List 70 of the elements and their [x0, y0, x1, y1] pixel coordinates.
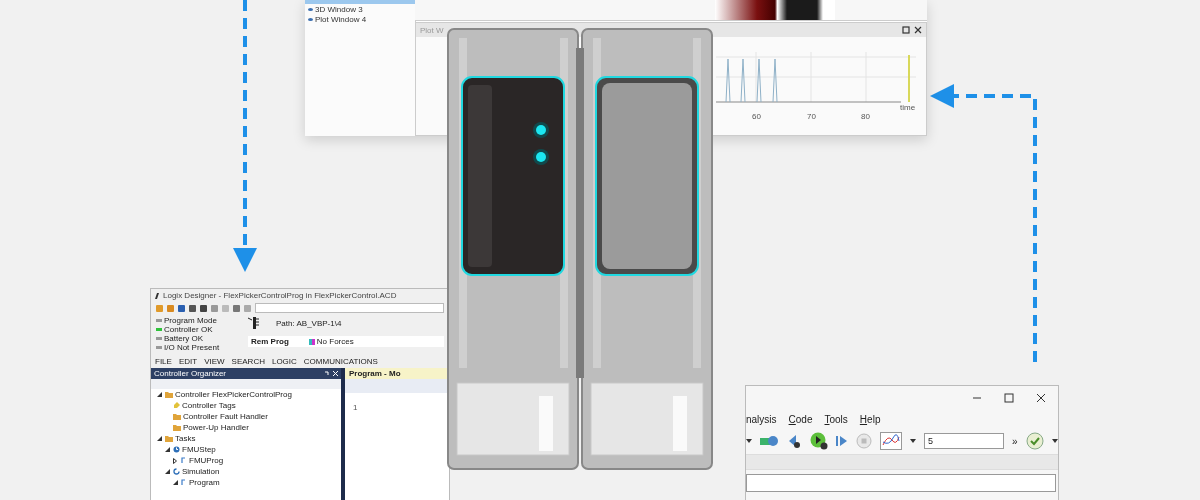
- path-label: Path: AB_VBP-1\4: [276, 318, 342, 328]
- tree-item[interactable]: FMUStep: [182, 445, 216, 454]
- forces-icon: [308, 338, 315, 345]
- clock-icon: [173, 446, 180, 453]
- collapse-toggle-icon[interactable]: [173, 480, 178, 485]
- window-title: Logix Designer - FlexPickerControlProg in FlexPickerControl.ACD: [163, 291, 397, 300]
- collapse-toggle-icon[interactable]: [165, 447, 170, 452]
- more-button[interactable]: »: [1012, 435, 1018, 447]
- menu-item[interactable]: FILE: [155, 357, 172, 367]
- refresh-icon: [173, 468, 180, 475]
- eye-icon: [308, 7, 313, 11]
- expand-toggle-icon[interactable]: [173, 457, 177, 464]
- menu-item[interactable]: Tools: [824, 413, 848, 425]
- caret-icon[interactable]: [910, 438, 916, 444]
- axis-tick-label: 80: [861, 112, 870, 121]
- run-icon[interactable]: [810, 432, 828, 450]
- controller-icon: [248, 316, 260, 330]
- maximize-icon[interactable]: [1004, 393, 1014, 403]
- forces-label: No Forces: [316, 337, 354, 346]
- collapse-toggle-icon[interactable]: [165, 469, 170, 474]
- status-label: Program Mode: [164, 316, 217, 325]
- menu-item[interactable]: Code: [788, 413, 813, 425]
- mode-label: Rem Prog: [251, 337, 289, 346]
- line-number: 1: [353, 403, 358, 412]
- check-icon[interactable]: [1025, 432, 1044, 450]
- panel-title: Controller Organizer: [154, 369, 228, 378]
- tag-icon: [173, 402, 180, 409]
- folder-icon: [165, 391, 173, 398]
- collapse-toggle-icon[interactable]: [157, 392, 162, 397]
- tree-item[interactable]: FMUProg: [189, 456, 224, 465]
- tree-item[interactable]: Controller Fault Handler: [183, 412, 268, 421]
- window-list-item[interactable]: 3D Window 3: [315, 4, 363, 14]
- menu-item[interactable]: LOGIC: [271, 357, 297, 367]
- editor-tab[interactable]: Program - Mo: [345, 368, 449, 379]
- chart-icon[interactable]: [880, 432, 902, 450]
- axis-label: time: [900, 103, 916, 112]
- program-icon: [181, 457, 187, 464]
- collapse-toggle-icon[interactable]: [157, 436, 162, 441]
- step-forward-icon[interactable]: [836, 434, 848, 448]
- close-icon[interactable]: [1036, 393, 1046, 403]
- menu-item[interactable]: SEARCH: [231, 357, 265, 367]
- tree-item[interactable]: Power-Up Handler: [183, 423, 249, 432]
- app-logo-icon: [154, 291, 160, 300]
- eye-icon: [308, 17, 313, 21]
- status-label: Controller OK: [164, 325, 213, 334]
- program-icon: [181, 479, 187, 486]
- axis-tick-label: 60: [752, 112, 761, 121]
- menu-item[interactable]: COMMUNICATIONS: [303, 357, 378, 367]
- caret-icon[interactable]: [746, 438, 752, 444]
- plot-window-title: Plot W: [420, 25, 445, 35]
- tree-item[interactable]: Tasks: [175, 434, 196, 443]
- menu-item[interactable]: EDIT: [178, 357, 198, 367]
- dropdown-field[interactable]: [746, 474, 1056, 492]
- stop-time-field[interactable]: 5: [924, 433, 1004, 449]
- menu-item[interactable]: nalysis: [746, 413, 777, 425]
- status-label: I/O Not Present: [164, 343, 220, 352]
- close-icon[interactable]: [914, 26, 922, 34]
- tree-item[interactable]: Program: [189, 478, 220, 487]
- caret-icon[interactable]: [1051, 438, 1058, 444]
- pin-icon[interactable]: [324, 371, 329, 376]
- maximize-icon[interactable]: [902, 26, 910, 34]
- menu-item[interactable]: Help: [859, 413, 881, 425]
- axis-tick-label: 70: [807, 112, 816, 121]
- tree-item[interactable]: Simulation: [182, 467, 220, 476]
- tree-item[interactable]: Controller FlexPickerControlProg: [175, 390, 292, 399]
- status-label: Battery OK: [164, 334, 204, 343]
- search-field[interactable]: [255, 303, 444, 313]
- menu-item[interactable]: VIEW: [204, 357, 225, 367]
- tree-item[interactable]: Controller Tags: [182, 401, 236, 410]
- window-list-item[interactable]: Plot Window 4: [315, 14, 367, 24]
